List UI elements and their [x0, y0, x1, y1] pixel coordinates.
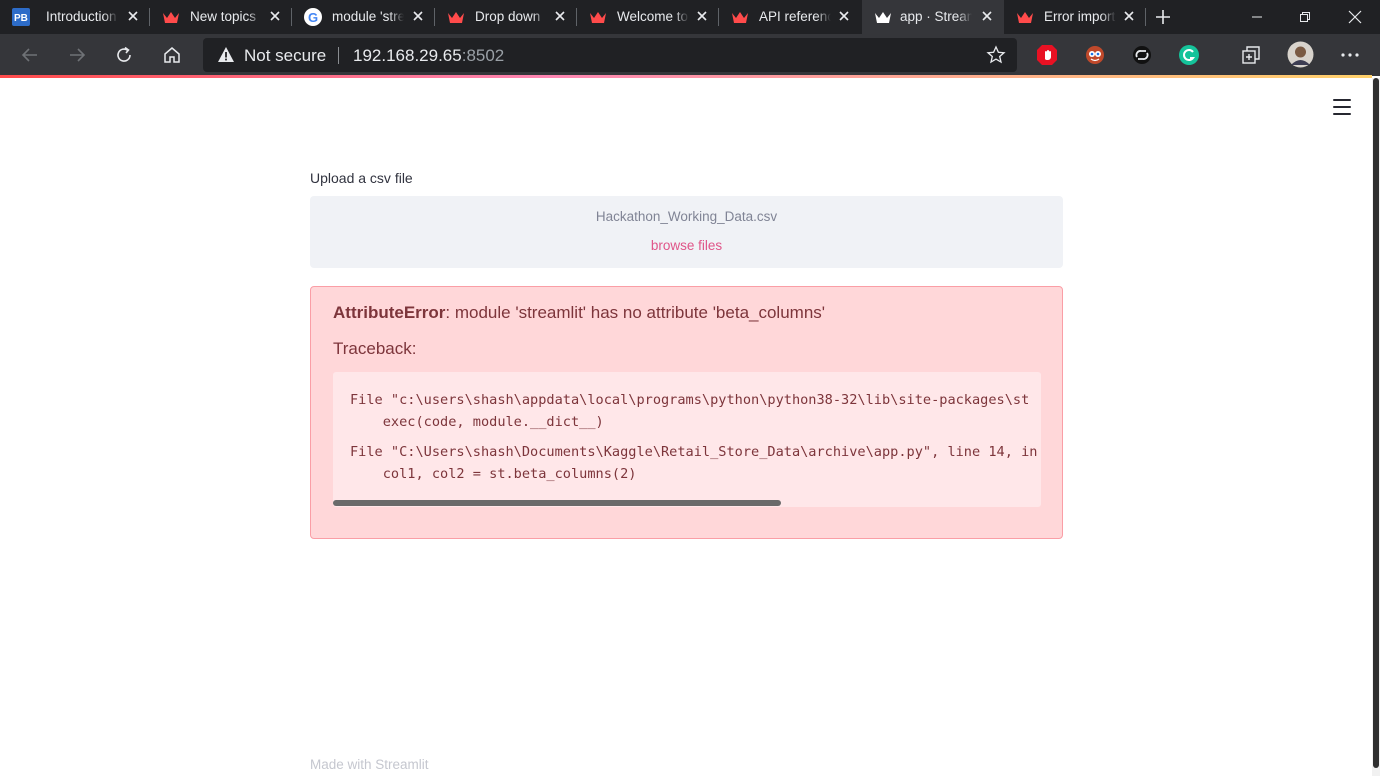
minimize-window-icon[interactable] [1234, 0, 1280, 34]
tab-title: Drop down [475, 9, 541, 24]
footer-made-with-streamlit[interactable]: Made with Streamlit [310, 757, 429, 772]
traceback-line: exec(code, module.__dict__) [350, 414, 604, 430]
warning-triangle-icon[interactable] [217, 46, 235, 64]
error-message: : module 'streamlit' has no attribute 'b… [445, 303, 826, 322]
streamlit-app: Upload a csv file Hackathon_Working_Data… [0, 78, 1372, 776]
browser-tab[interactable]: Error import [1004, 0, 1146, 34]
url-text[interactable]: 192.168.29.65:8502 [353, 46, 504, 66]
browser-toolbar: Not secure 192.168.29.65:8502 [0, 34, 1380, 76]
tab-title: Introduction [46, 9, 117, 24]
bookmark-star-icon[interactable] [985, 44, 1007, 66]
error-heading: AttributeError: module 'streamlit' has n… [333, 303, 825, 323]
streamlit-crown-icon [1016, 8, 1034, 26]
close-tab-icon[interactable] [411, 9, 425, 23]
link-extension-icon[interactable] [1130, 43, 1154, 67]
tab-title: module 'stre [332, 9, 404, 24]
close-tab-icon[interactable] [553, 9, 567, 23]
home-icon[interactable] [157, 40, 187, 70]
traceback-line: File "c:\users\shash\appdata\local\progr… [350, 392, 1030, 408]
close-window-icon[interactable] [1332, 0, 1378, 34]
file-dropzone[interactable]: Hackathon_Working_Data.csv browse files [310, 196, 1063, 268]
streamlit-crown-icon [589, 8, 607, 26]
browser-tab[interactable]: Drop down [435, 0, 577, 34]
code-horizontal-scrollbar[interactable] [333, 500, 781, 506]
page-scrollbar[interactable] [1372, 78, 1380, 776]
uploaded-file-name: Hackathon_Working_Data.csv [595, 209, 778, 224]
security-status-label[interactable]: Not secure [244, 46, 326, 66]
close-tab-icon[interactable] [695, 9, 709, 23]
error-alert: AttributeError: module 'streamlit' has n… [310, 286, 1063, 539]
address-divider [338, 47, 339, 64]
browser-tab[interactable]: G module 'stre [292, 0, 435, 34]
page-scrollbar-thumb[interactable] [1373, 78, 1379, 768]
streamlit-crown-icon [874, 8, 892, 26]
streamlit-crown-icon [447, 8, 465, 26]
error-type: AttributeError [333, 303, 446, 322]
google-g-icon: G [304, 8, 322, 26]
address-bar[interactable]: Not secure 192.168.29.65:8502 [203, 38, 1017, 72]
cartoon-extension-icon[interactable] [1083, 43, 1107, 67]
close-tab-icon[interactable] [1122, 9, 1136, 23]
browser-tab-active[interactable]: app · Stream [862, 0, 1004, 34]
browser-tab[interactable]: Welcome to [577, 0, 719, 34]
svg-text:PB: PB [14, 13, 28, 24]
streamlit-crown-icon [162, 8, 180, 26]
profile-avatar[interactable] [1287, 41, 1314, 68]
grammarly-icon[interactable] [1177, 43, 1201, 67]
browser-tab[interactable]: PB Introduction [0, 0, 150, 34]
hamburger-menu-icon[interactable] [1331, 97, 1353, 117]
tab-separator [1145, 8, 1146, 26]
new-tab-plus-icon[interactable] [1152, 6, 1174, 28]
traceback-code-block: File "c:\users\shash\appdata\local\progr… [333, 372, 1041, 507]
tab-title: Error import [1044, 9, 1116, 24]
traceback-label: Traceback: [333, 339, 417, 358]
pb-logo-icon: PB [12, 8, 30, 26]
adblock-extension-icon[interactable] [1035, 43, 1059, 67]
browser-tab[interactable]: API referenc [719, 0, 861, 34]
close-tab-icon[interactable] [126, 9, 140, 23]
tab-title: Welcome to [617, 9, 689, 24]
back-arrow-icon[interactable] [15, 40, 45, 70]
traceback-line: col1, col2 = st.beta_columns(2) [350, 466, 637, 482]
reload-icon[interactable] [109, 40, 139, 70]
forward-arrow-icon[interactable] [62, 40, 92, 70]
uploader-label: Upload a csv file [310, 170, 413, 186]
restore-window-icon[interactable] [1282, 0, 1328, 34]
url-port: :8502 [461, 46, 505, 65]
more-menu-icon[interactable] [1338, 43, 1362, 67]
url-host: 192.168.29.65 [353, 46, 462, 65]
collections-icon[interactable] [1239, 43, 1263, 67]
browser-tab[interactable]: New topics [150, 0, 292, 34]
svg-text:G: G [308, 10, 318, 25]
traceback-lines: File "c:\users\shash\appdata\local\progr… [350, 389, 1037, 485]
close-tab-icon[interactable] [837, 9, 851, 23]
close-tab-icon[interactable] [268, 9, 282, 23]
browser-tab-strip: PB Introduction New topics G module 'str… [0, 0, 1380, 34]
streamlit-crown-icon [731, 8, 749, 26]
tab-title: New topics [190, 9, 257, 24]
browse-files-link[interactable]: browse files [310, 238, 1063, 253]
tab-title: API referenc [759, 9, 831, 24]
close-tab-icon[interactable] [980, 9, 994, 23]
tab-title: app · Stream [900, 9, 972, 24]
traceback-line: File "C:\Users\shash\Documents\Kaggle\Re… [350, 444, 1038, 460]
